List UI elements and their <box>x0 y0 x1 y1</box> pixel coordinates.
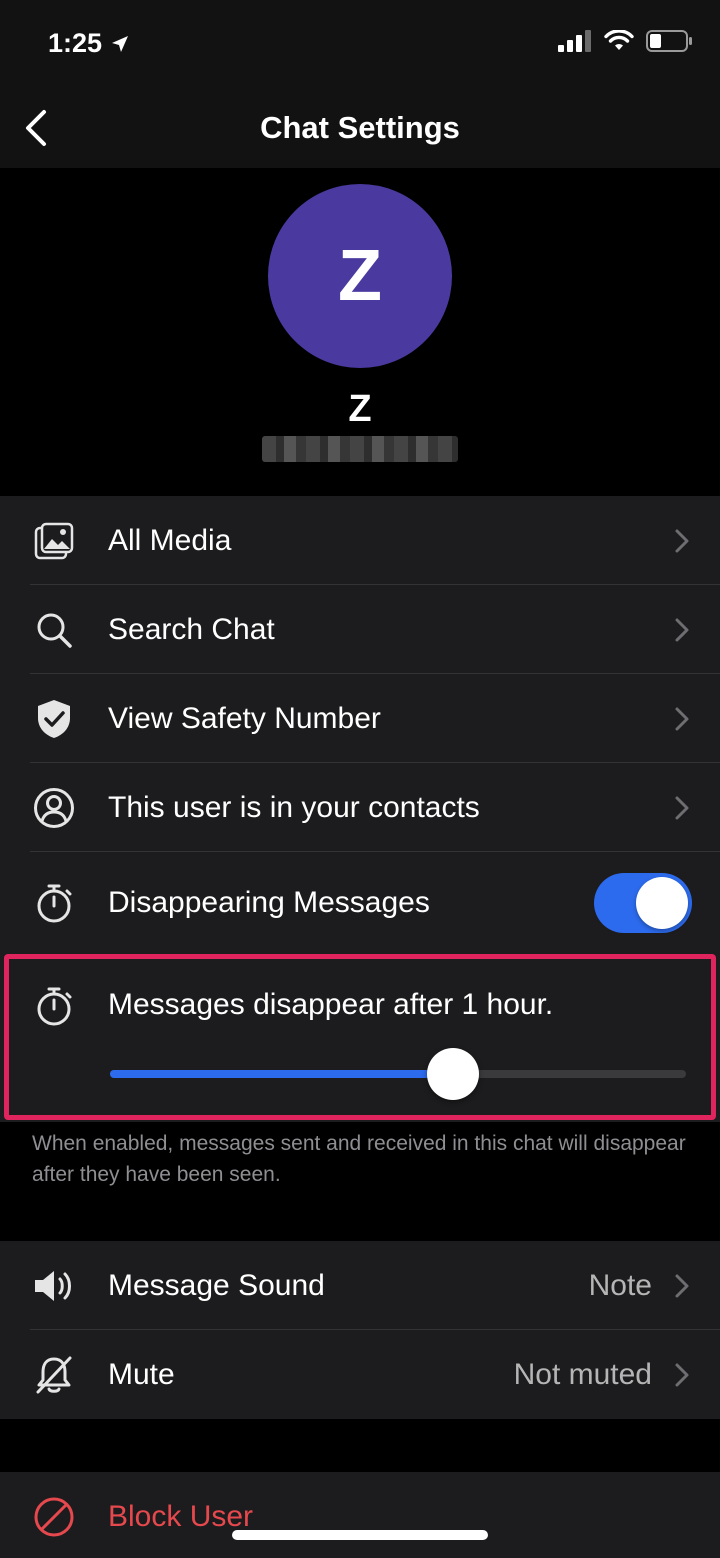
contact-label: This user is in your contacts <box>108 790 480 824</box>
disappearing-messages-row: Disappearing Messages <box>0 852 720 954</box>
timer-icon <box>32 984 76 1028</box>
chat-settings-group: All Media Search Chat View Safety Number… <box>0 496 720 1122</box>
status-time-text: 1:25 <box>48 28 103 58</box>
shield-check-icon <box>32 697 76 741</box>
chevron-right-icon <box>675 529 689 552</box>
message-sound-value: Note <box>588 1268 652 1302</box>
photo-gallery-icon <box>32 519 76 563</box>
wifi-icon <box>604 30 634 50</box>
slider-thumb[interactable] <box>426 1048 479 1100</box>
mute-row[interactable]: Mute Not muted <box>0 1330 720 1419</box>
mute-label: Mute <box>108 1357 175 1391</box>
message-sound-row[interactable]: Message Sound Note <box>0 1241 720 1330</box>
location-arrow-icon <box>112 35 129 52</box>
mute-value: Not muted <box>513 1357 652 1391</box>
disappearing-messages-toggle[interactable] <box>594 873 692 933</box>
disappearing-timer-slider[interactable] <box>110 1048 686 1100</box>
block-icon <box>32 1495 76 1539</box>
chevron-right-icon <box>675 796 689 819</box>
person-circle-icon <box>32 786 76 830</box>
all-media-label: All Media <box>108 523 232 557</box>
disappearing-timer-setting: Messages disappear after 1 hour. <box>0 954 720 1122</box>
disappearing-footnote: When enabled, messages sent and received… <box>32 1132 686 1186</box>
battery-icon <box>646 30 692 52</box>
disappearing-messages-label: Disappearing Messages <box>108 886 430 919</box>
block-user-row[interactable]: Block User <box>0 1472 720 1558</box>
navigation-bar: Chat Settings <box>0 88 720 168</box>
cellular-signal-icon <box>558 30 591 52</box>
speaker-icon <box>32 1264 76 1308</box>
timer-icon <box>32 881 76 925</box>
page-title: Chat Settings <box>260 110 460 145</box>
view-safety-number-row[interactable]: View Safety Number <box>0 674 720 763</box>
search-icon <box>32 608 76 652</box>
home-indicator <box>232 1530 488 1540</box>
block-user-label: Block User <box>108 1499 254 1533</box>
contact-row[interactable]: This user is in your contacts <box>0 763 720 852</box>
search-chat-row[interactable]: Search Chat <box>0 585 720 674</box>
chevron-right-icon <box>675 1363 689 1386</box>
status-time: 1:25 <box>48 28 130 59</box>
status-bar: 1:25 <box>0 0 720 88</box>
profile-header: Z Z <box>0 168 720 496</box>
slider-fill <box>110 1070 453 1078</box>
disappearing-timer-label: Messages disappear after 1 hour. <box>108 988 554 1021</box>
chevron-right-icon <box>675 707 689 730</box>
all-media-row[interactable]: All Media <box>0 496 720 585</box>
chevron-right-icon <box>675 1274 689 1297</box>
view-safety-number-label: View Safety Number <box>108 701 381 735</box>
bell-slash-icon <box>32 1353 76 1397</box>
chevron-right-icon <box>675 618 689 641</box>
message-sound-label: Message Sound <box>108 1268 325 1302</box>
search-chat-label: Search Chat <box>108 612 275 646</box>
block-group: Block User <box>0 1472 720 1558</box>
redacted-phone-number <box>262 436 458 462</box>
notification-settings-group: Message Sound Note Mute Not muted <box>0 1241 720 1419</box>
profile-name: Z <box>348 388 372 430</box>
status-indicators <box>558 30 692 52</box>
avatar[interactable]: Z <box>268 184 452 368</box>
toggle-knob <box>636 877 688 929</box>
